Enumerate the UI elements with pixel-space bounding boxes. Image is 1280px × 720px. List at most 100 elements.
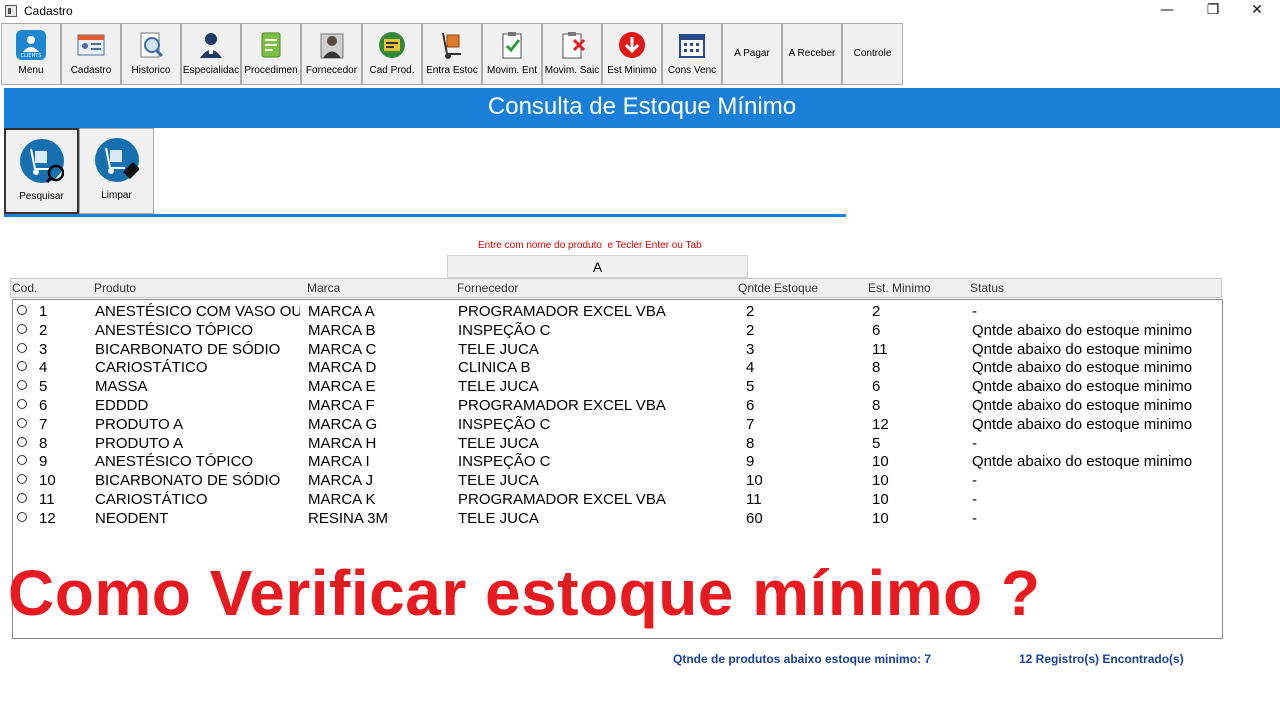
cell-marca: MARCA K <box>308 491 376 508</box>
table-row[interactable]: 3 BICARBONATO DE SÓDIO MARCA C TELE JUCA 3 11… <box>13 340 1222 359</box>
table-row[interactable]: 8 PRODUTO A MARCA H TELE JUCA 8 5 - <box>13 434 1222 453</box>
cons-venc-label: Cons Venc <box>667 65 717 76</box>
hand-truck-eraser-icon <box>94 138 140 182</box>
page-title: Consulta de Estoque Mínimo <box>487 93 797 120</box>
cell-est-minimo: 12 <box>872 415 889 433</box>
cell-cod: 4 <box>39 359 48 377</box>
cell-fornecedor: TELE JUCA <box>458 434 539 452</box>
table-row[interactable]: 5 MASSA MARCA E TELE JUCA 5 6 Qntde abaixo do … <box>13 377 1222 396</box>
row-select-radio[interactable] <box>17 417 27 428</box>
column-header-fornecedor[interactable]: Fornecedor <box>457 281 518 295</box>
column-header-produto[interactable]: Produto <box>94 281 136 295</box>
movim-ent-button[interactable]: Movim. Ent <box>482 23 542 85</box>
historico-label: Historico <box>131 65 171 76</box>
cell-fornecedor: INSPEÇÃO C <box>458 415 551 433</box>
fornecedor-button[interactable]: Fornecedor <box>301 23 362 85</box>
cell-est-minimo: 10 <box>872 472 889 490</box>
row-select-radio[interactable] <box>17 455 27 466</box>
video-headline: Como Verificar estoque mínimo ? <box>8 557 1041 629</box>
column-header-status[interactable]: Status <box>970 281 1004 295</box>
entra-estoque-button[interactable]: Entra Estoc <box>422 23 482 85</box>
cell-marca: MARCA C <box>308 340 377 358</box>
cell-status: Qntde abaixo do estoque minimo <box>972 453 1193 471</box>
row-select-radio[interactable] <box>17 493 27 503</box>
table-row[interactable]: 11 CARIOSTÁTICO MARCA K PROGRAMADOR EXCEL V… <box>13 490 1222 509</box>
column-header-est-minimo[interactable]: Est. Minimo <box>868 281 931 295</box>
cell-est-minimo: 10 <box>872 453 889 471</box>
row-select-radio[interactable] <box>17 342 27 353</box>
cell-cod: 7 <box>39 415 48 433</box>
table-row[interactable]: 1 ANESTÉSICO COM VASO OU . MARCA A PROGRAMA… <box>13 302 1222 321</box>
row-select-radio[interactable] <box>17 399 27 409</box>
cell-est-minimo: 2 <box>872 303 881 320</box>
cell-qntde-estoque: 8 <box>746 434 755 452</box>
cell-produto: MASSA <box>95 378 148 396</box>
cell-cod: 9 <box>39 453 48 471</box>
table-row[interactable]: 7 PRODUTO A MARCA G INSPEÇÃO C 7 12 Qntde abai… <box>13 415 1222 434</box>
cons-venc-button[interactable]: Cons Venc <box>662 23 722 85</box>
procedimento-button[interactable]: Procedimen <box>241 23 301 85</box>
table-row[interactable]: 4 CARIOSTÁTICO MARCA D CLINICA B 4 8 Qntde aba… <box>13 358 1222 377</box>
cell-est-minimo: 11 <box>872 340 888 358</box>
est-minimo-button[interactable]: Est Minimo <box>602 23 662 85</box>
table-row[interactable]: 10 BICARBONATO DE SÓDIO MARCA J TELE JUCA 10… <box>13 471 1222 490</box>
row-select-radio[interactable] <box>17 474 27 485</box>
a-receber-button[interactable]: A Receber <box>782 23 842 85</box>
below-minimum-count: Qtnde de produtos abaixo estoque minimo:… <box>673 652 932 666</box>
cell-status: - <box>972 472 977 490</box>
cell-est-minimo: 10 <box>872 509 889 527</box>
history-search-icon <box>136 30 166 60</box>
cell-marca: MARCA I <box>308 453 370 471</box>
a-pagar-button[interactable]: A Pagar <box>722 23 782 85</box>
maximize-button[interactable]: ❐ <box>1190 0 1236 22</box>
arrow-down-icon <box>617 30 647 60</box>
cell-fornecedor: PROGRAMADOR EXCEL VBA <box>458 397 666 414</box>
historico-button[interactable]: Historico <box>121 23 181 85</box>
cell-cod: 5 <box>39 378 48 396</box>
row-select-radio[interactable] <box>17 323 27 334</box>
row-select-radio[interactable] <box>17 380 27 391</box>
movim-ent-label: Movim. Ent <box>486 65 537 76</box>
cell-status: Qntde abaixo do estoque minimo <box>972 359 1193 377</box>
cell-status: Qntde abaixo do estoque minimo <box>972 340 1193 358</box>
column-header-cod[interactable]: Cod. <box>12 281 37 295</box>
cell-produto: CARIOSTÁTICO <box>95 359 208 377</box>
product-card-icon <box>377 30 407 60</box>
hand-truck-search-icon <box>19 139 64 184</box>
especialidade-button[interactable]: Especialidac <box>181 23 241 85</box>
minimize-button[interactable]: — <box>1144 0 1190 22</box>
row-select-radio[interactable] <box>17 361 27 372</box>
column-header-marca[interactable]: Marca <box>307 281 340 295</box>
row-select-radio[interactable] <box>17 305 27 315</box>
controle-button[interactable]: Controle <box>842 23 903 85</box>
main-toolbar: CLIENTS Menu Cadastro Historico Especial… <box>0 22 1280 86</box>
title-bar: Cadastro — ❐ ✕ <box>0 0 1280 22</box>
cell-qntde-estoque: 2 <box>746 321 755 339</box>
cell-cod: 11 <box>39 491 55 508</box>
cell-cod: 10 <box>39 472 56 490</box>
cad-prod-button[interactable]: Cad Prod. <box>362 23 422 85</box>
table-row[interactable]: 6 EDDDD MARCA F PROGRAMADOR EXCEL VBA 6 8 Qntd… <box>13 396 1222 415</box>
menu-button[interactable]: CLIENTS Menu <box>1 23 61 85</box>
cell-qntde-estoque: 5 <box>746 378 755 396</box>
cell-marca: MARCA E <box>308 378 376 396</box>
row-select-radio[interactable] <box>17 436 27 447</box>
cadastro-button[interactable]: Cadastro <box>61 23 121 85</box>
cell-qntde-estoque: 7 <box>746 415 755 433</box>
cell-cod: 2 <box>39 321 48 339</box>
product-search-input[interactable]: A <box>447 255 748 278</box>
cell-est-minimo: 5 <box>872 434 881 452</box>
search-button[interactable]: Pesquisar <box>4 128 79 214</box>
movim-saida-button[interactable]: Movim. Saic <box>542 23 602 85</box>
table-row[interactable]: 2 ANESTÉSICO TÓPICO MARCA B INSPEÇÃO C 2 6 Qnt… <box>13 321 1222 340</box>
table-row[interactable]: 9 ANESTÉSICO TÓPICO MARCA I INSPEÇÃO C 9 10 Qn… <box>13 452 1222 471</box>
clear-button[interactable]: Limpar <box>79 128 154 214</box>
cell-status: - <box>972 303 977 320</box>
cell-est-minimo: 6 <box>872 378 881 396</box>
cell-marca: MARCA B <box>308 321 376 339</box>
row-select-radio[interactable] <box>17 511 27 522</box>
column-header-qntde-estoque[interactable]: Qntde Estoque <box>738 281 818 295</box>
cell-qntde-estoque: 10 <box>746 472 763 490</box>
close-button[interactable]: ✕ <box>1234 0 1280 22</box>
table-row[interactable]: 12 NEODENT RESINA 3M TELE JUCA 60 10 - <box>13 509 1222 528</box>
